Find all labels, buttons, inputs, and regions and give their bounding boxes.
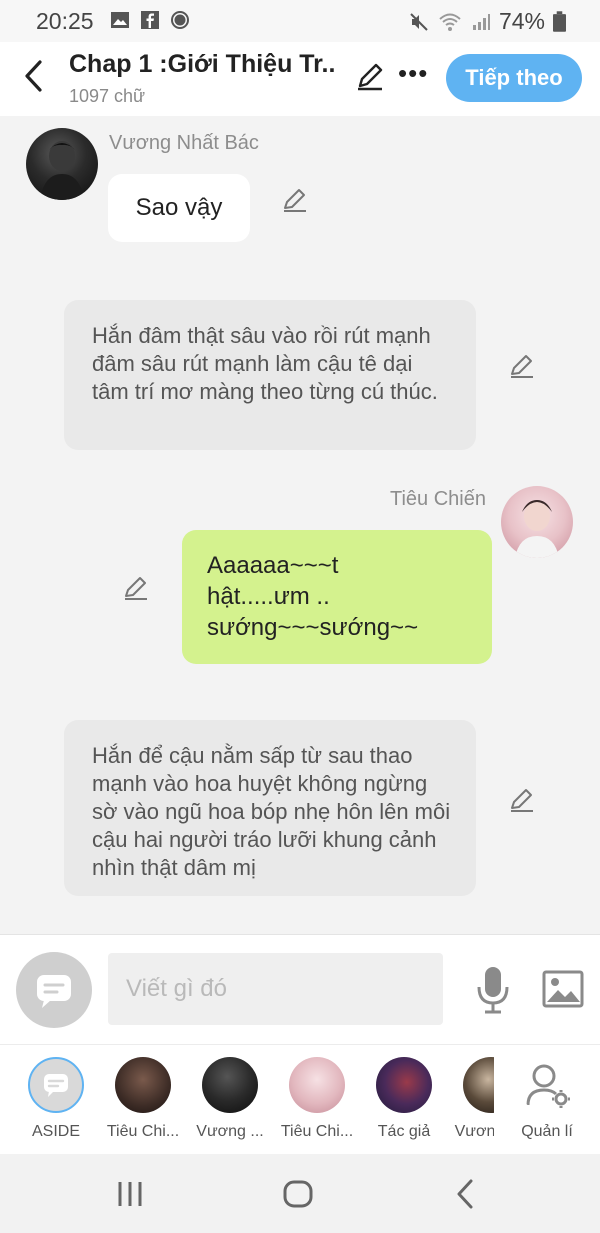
narration-bubble[interactable]: Hắn đâm thật sâu vào rồi rút mạnh đâm sâ… bbox=[64, 300, 476, 450]
character-aside[interactable]: ASIDE bbox=[11, 1057, 101, 1153]
message-line: Aaaaaa~~~t bbox=[207, 552, 339, 579]
edit-message-icon[interactable] bbox=[508, 352, 536, 380]
character-bar: ASIDE Tiêu Chi... Vương ... Tiêu Chi... … bbox=[0, 1044, 600, 1154]
sender-name: Tiêu Chiến bbox=[390, 488, 486, 510]
character-message-bubble[interactable]: Aaaaaa~~~t hật.....ưm .. sướng~~~sướng~~ bbox=[182, 530, 492, 664]
record-icon bbox=[171, 11, 189, 29]
image-icon[interactable] bbox=[541, 967, 585, 1011]
avatar bbox=[115, 1057, 171, 1113]
edit-message-icon[interactable] bbox=[508, 786, 536, 814]
avatar bbox=[202, 1057, 258, 1113]
word-count: 1097 chữ bbox=[69, 86, 146, 106]
aside-toggle-button[interactable] bbox=[16, 952, 92, 1028]
aside-avatar bbox=[28, 1057, 84, 1113]
character-label: Vương ... bbox=[196, 1123, 264, 1140]
chat-bubble-icon bbox=[44, 1074, 68, 1097]
character-message-bubble[interactable]: Sao vậy bbox=[108, 174, 250, 242]
edit-message-icon[interactable] bbox=[122, 574, 150, 602]
chat-area[interactable]: Vương Nhất Bác Sao vậy Hắn đâm thật sâu … bbox=[0, 116, 600, 934]
manage-characters-button[interactable]: Quản lí bbox=[502, 1057, 592, 1153]
character-tieu-chien-1[interactable]: Tiêu Chi... bbox=[98, 1057, 188, 1153]
character-vuong-1[interactable]: Vương ... bbox=[185, 1057, 275, 1153]
back-arrow-icon[interactable] bbox=[18, 56, 52, 96]
narration-bubble[interactable]: Hắn để cậu nằm sấp từ sau thao mạnh vào … bbox=[64, 720, 476, 896]
message-composer bbox=[0, 934, 600, 1044]
edit-message-icon[interactable] bbox=[281, 186, 309, 214]
character-label: Tác giả bbox=[377, 1123, 431, 1140]
gallery-icon bbox=[111, 12, 129, 28]
avatar bbox=[376, 1057, 432, 1113]
sender-name: Vương Nhất Bác bbox=[109, 132, 259, 154]
chapter-header: Chap 1 :Giới Thiệu Tr... 1097 chữ ••• Ti… bbox=[0, 42, 600, 116]
character-label: Quản lí bbox=[521, 1123, 573, 1140]
avatar-tieu-chien[interactable] bbox=[501, 486, 573, 558]
mute-icon bbox=[410, 12, 428, 31]
home-icon[interactable] bbox=[278, 1174, 318, 1214]
back-icon[interactable] bbox=[446, 1174, 486, 1214]
recent-apps-icon[interactable] bbox=[110, 1174, 150, 1214]
status-time: 20:25 bbox=[36, 8, 94, 34]
message-text: Sao vậy bbox=[135, 194, 223, 221]
signal-icon bbox=[472, 13, 490, 30]
character-tieu-chien-2[interactable]: Tiêu Chi... bbox=[272, 1057, 362, 1153]
character-vuong-2[interactable]: Vươn bbox=[446, 1057, 494, 1153]
avatar-vuong-nhat-bac[interactable] bbox=[26, 128, 98, 200]
status-bar: 20:25 74% bbox=[0, 0, 600, 42]
system-nav-bar bbox=[0, 1154, 600, 1233]
next-chapter-button[interactable]: Tiếp theo bbox=[446, 54, 582, 102]
chapter-title[interactable]: Chap 1 :Giới Thiệu Tr... bbox=[69, 50, 337, 79]
microphone-icon[interactable] bbox=[473, 965, 513, 1015]
narration-text: Hắn để cậu nằm sấp từ sau thao mạnh vào … bbox=[92, 743, 451, 880]
chat-bubble-icon bbox=[37, 975, 71, 1008]
battery-percent: 74% bbox=[498, 8, 545, 34]
avatar bbox=[463, 1057, 494, 1113]
wifi-icon bbox=[439, 13, 461, 31]
character-label: Tiêu Chi... bbox=[280, 1123, 354, 1140]
character-author[interactable]: Tác giả bbox=[359, 1057, 449, 1153]
manage-user-icon bbox=[526, 1064, 570, 1108]
message-line: sướng~~~sướng~~ bbox=[207, 614, 419, 641]
message-line: hật.....ưm .. bbox=[207, 583, 330, 610]
character-label: Tiêu Chi... bbox=[106, 1123, 180, 1140]
narration-text: Hắn đâm thật sâu vào rồi rút mạnh đâm sâ… bbox=[92, 323, 438, 404]
edit-pencil-icon[interactable] bbox=[354, 60, 386, 92]
avatar bbox=[289, 1057, 345, 1113]
battery-icon bbox=[553, 11, 566, 32]
message-input[interactable] bbox=[108, 953, 443, 1025]
character-label: ASIDE bbox=[31, 1123, 80, 1140]
facebook-icon bbox=[141, 11, 159, 29]
character-label: Vươn bbox=[454, 1123, 494, 1140]
more-options-icon[interactable]: ••• bbox=[398, 58, 428, 92]
